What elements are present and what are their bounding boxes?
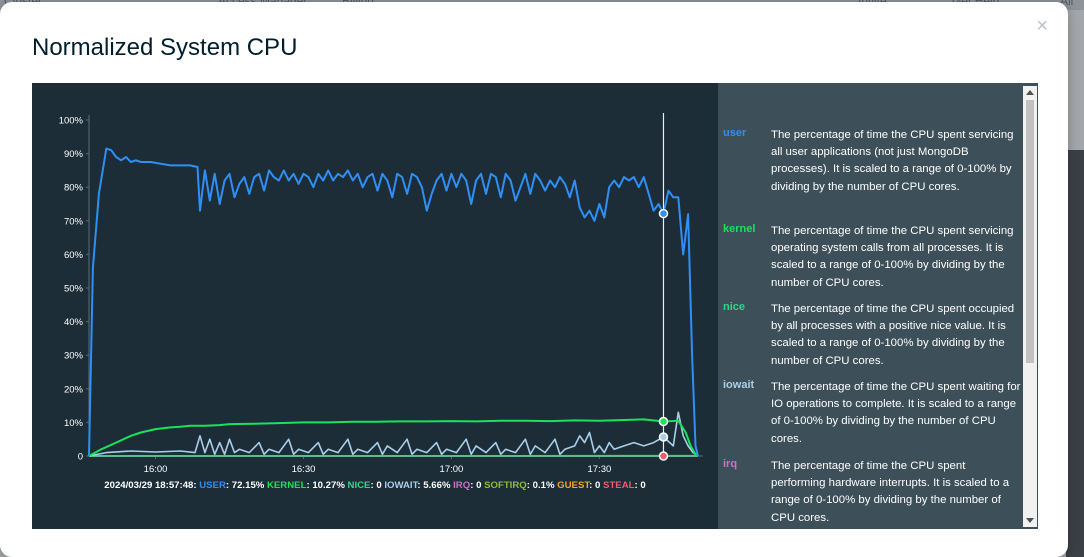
y-tick-label: 10% [64, 418, 84, 429]
y-tick-label: 80% [64, 183, 84, 194]
background-panel [1066, 150, 1084, 557]
legend-guest: GUEST: 0 [557, 480, 600, 491]
legend-value: 0 [640, 480, 646, 491]
legend-label: NICE [347, 480, 371, 491]
description-key: nice [723, 301, 746, 313]
cursor-marker-kernel [658, 416, 669, 427]
series-line-iowait [88, 411, 699, 457]
y-tick-label: 0 [78, 452, 83, 463]
modal-title: Normalized System CPU [32, 34, 298, 61]
chart-modal: × Normalized System CPU 0 10% 20% 30% 40% 50%… [0, 2, 1068, 557]
description-text: The percentage of time the CPU spent per… [771, 460, 1010, 524]
y-tick-label: 60% [64, 250, 84, 261]
cursor-marker-iowait [658, 432, 669, 442]
description-text: The percentage of time the CPU spent ser… [771, 225, 1014, 289]
legend-label: SOFTIRQ [484, 480, 527, 491]
cursor-values-line: 2024/03/29 18:57:48: USER: 72.15% KERNEL… [32, 480, 718, 491]
cursor-timestamp: 2024/03/29 18:57:48: [104, 480, 197, 491]
x-tick-label: 16:30 [292, 464, 316, 475]
legend-label: IOWAIT [384, 480, 418, 491]
legend-irq: IRQ: 0 [453, 480, 481, 491]
legend-value: 5.66% [423, 480, 451, 491]
legend-value: 0 [476, 480, 482, 491]
y-tick-label: 30% [64, 351, 84, 362]
legend-value: 10.27% [312, 480, 345, 491]
legend-user: USER: 72.15% [199, 480, 264, 491]
series-line-user [88, 147, 699, 457]
description-key: user [723, 127, 747, 139]
description-key: iowait [723, 379, 755, 391]
y-tick-label: 50% [64, 284, 84, 295]
legend-steal: STEAL: 0 [603, 480, 646, 491]
description-key: irq [723, 458, 738, 470]
description-text: The percentage of time the CPU spent ser… [771, 129, 1014, 193]
x-tick-label: 17:00 [440, 464, 464, 475]
x-tick-label: 17:30 [587, 464, 611, 475]
close-icon[interactable]: × [1036, 16, 1048, 36]
y-tick-label: 40% [64, 317, 84, 328]
legend-label: GUEST [557, 480, 590, 491]
legend-label: KERNEL [266, 480, 307, 491]
legend-iowait: IOWAIT: 5.66% [384, 480, 450, 491]
legend-label: USER [199, 480, 226, 491]
scroll-thumb[interactable] [1026, 100, 1034, 363]
cursor-marker-user [658, 208, 669, 219]
y-tick-label: 90% [64, 149, 84, 160]
x-tick-label: 16:00 [144, 464, 168, 475]
y-tick-label: 100% [59, 116, 84, 127]
y-tick-label: 20% [64, 384, 84, 395]
description-text: The percentage of time the CPU spent occ… [771, 303, 1015, 367]
legend-label: STEAL [603, 480, 635, 491]
scroll-up-arrow-icon[interactable] [1026, 90, 1034, 95]
legend-softirq: SOFTIRQ: 0.1% [484, 480, 554, 491]
legend-kernel: KERNEL: 10.27% [267, 480, 345, 491]
cursor-marker-steal [658, 451, 669, 461]
scroll-down-arrow-icon[interactable] [1026, 518, 1034, 523]
legend-label: IRQ [453, 480, 471, 491]
legend-value: 0 [595, 480, 601, 491]
legend-value: 72.15% [231, 480, 265, 491]
legend-nice: NICE: 0 [348, 480, 382, 491]
metric-descriptions-panel[interactable]: user The percentage of time the CPU spent… [718, 83, 1038, 529]
description-text: The percentage of time the CPU spent wai… [771, 381, 1021, 445]
description-key: kernel [723, 223, 756, 235]
legend-value: 0.1% [532, 480, 555, 491]
descriptions-scrollbar[interactable] [1023, 86, 1037, 527]
cpu-line-chart[interactable]: 0 10% 20% 30% 40% 50% 60% 70% 80% 90% 100% 16:00 16:… [32, 83, 718, 529]
y-tick-label: 70% [64, 216, 84, 227]
chart-panel[interactable]: 0 10% 20% 30% 40% 50% 60% 70% 80% 90% 100% 16:00 16:… [32, 83, 718, 529]
legend-value: 0 [376, 480, 382, 491]
